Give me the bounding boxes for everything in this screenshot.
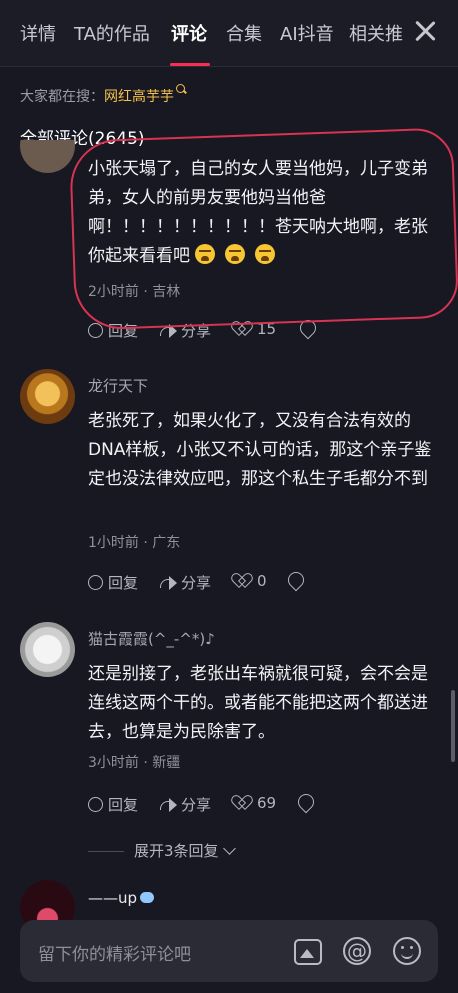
reply-button[interactable]: 回复 [88, 794, 138, 815]
comment-meta: 3小时前 · 新疆 [88, 755, 181, 771]
share-button[interactable]: 分享 [160, 572, 211, 593]
share-label: 分享 [181, 322, 212, 340]
comment-meta: 1小时前 · 广东 [88, 535, 181, 551]
like-button[interactable]: 69 [236, 794, 276, 812]
dislike-button[interactable] [294, 790, 319, 814]
divider [88, 851, 124, 852]
loudly-crying-face-emoji-icon [225, 244, 245, 264]
comment-nickname[interactable]: 猫古霞霞(^_-^*)♪ [88, 628, 215, 649]
at-mention-icon[interactable]: @ [343, 937, 371, 965]
avatar[interactable] [20, 369, 75, 424]
share-icon [160, 323, 177, 338]
comment-meta: 2小时前 · 吉林 [88, 284, 181, 300]
search-suggestion: 大家都在搜：网红高芋芋 [20, 84, 185, 106]
heart-icon [236, 574, 252, 589]
share-label: 分享 [181, 574, 212, 592]
image-icon[interactable] [294, 939, 322, 965]
tab-related[interactable]: 相关推 [349, 20, 405, 46]
tab-works[interactable]: TA的作品 [74, 20, 150, 46]
reply-label: 回复 [108, 796, 139, 814]
avatar[interactable] [20, 622, 75, 677]
share-icon [160, 797, 177, 812]
comment-text: 小张天塌了，自己的女人要当他妈，儿子变弟弟，女人的前男友要他妈当他爸啊！！！！！… [88, 155, 438, 271]
dislike-button[interactable] [296, 316, 321, 340]
reply-label: 回复 [108, 574, 139, 592]
expand-replies-button[interactable]: 展开3条回复 [88, 840, 236, 861]
like-button[interactable]: 15 [236, 320, 276, 338]
emoji-icon[interactable] [393, 937, 421, 965]
expand-replies-label: 展开3条回复 [134, 842, 219, 860]
speech-bubble-icon [140, 892, 155, 903]
share-button[interactable]: 分享 [160, 320, 211, 341]
reply-button[interactable]: 回复 [88, 572, 138, 593]
like-count: 69 [257, 794, 277, 812]
reply-icon [88, 575, 103, 590]
comment-text: 还是别接了，老张出车祸就很可疑，会不会是连线这两个干的。或者能不能把这两个都送进… [88, 664, 428, 742]
tab-ai-douyin[interactable]: AI抖音 [280, 20, 334, 46]
heart-icon [236, 796, 252, 811]
divider [0, 66, 458, 67]
chevron-down-icon [222, 842, 236, 855]
comment-text: 老张死了，如果火化了，又没有合法有效的DNA样板，小张又不认可的话，那这个亲子鉴… [88, 411, 432, 489]
top-tab-bar: 详情 TA的作品 评论 合集 AI抖音 相关推 [0, 0, 458, 66]
reply-icon [88, 323, 103, 338]
like-count: 15 [257, 320, 277, 338]
scrollbar[interactable] [451, 690, 455, 762]
like-button[interactable]: 0 [236, 572, 267, 590]
tab-details[interactable]: 详情 [20, 20, 56, 46]
broken-heart-icon [284, 568, 308, 592]
comment-nickname[interactable]: ——up [88, 889, 155, 907]
search-suggestion-prefix: 大家都在搜： [20, 89, 104, 105]
tab-collection[interactable]: 合集 [226, 20, 262, 46]
broken-heart-icon [294, 790, 318, 814]
tab-comments[interactable]: 评论 [171, 20, 207, 46]
search-suggestion-keyword[interactable]: 网红高芋芋 [104, 89, 174, 105]
comment-nickname[interactable]: 龙行天下 [88, 375, 148, 396]
share-label: 分享 [181, 796, 212, 814]
reply-icon [88, 797, 103, 812]
comment-input-bar[interactable]: 留下你的精彩评论吧 @ [20, 920, 438, 982]
like-count: 0 [257, 572, 267, 590]
share-icon [160, 575, 177, 590]
reply-button[interactable]: 回复 [88, 320, 138, 341]
search-icon [176, 84, 185, 93]
broken-heart-icon [296, 316, 320, 340]
share-button[interactable]: 分享 [160, 794, 211, 815]
comment-input-placeholder[interactable]: 留下你的精彩评论吧 [38, 940, 191, 965]
loudly-crying-face-emoji-icon [195, 244, 215, 264]
reply-label: 回复 [108, 322, 139, 340]
dislike-button[interactable] [284, 568, 309, 592]
heart-icon [236, 322, 252, 337]
nickname-text: ——up [88, 889, 138, 907]
close-icon[interactable] [412, 18, 438, 44]
loudly-crying-face-emoji-icon [255, 244, 275, 264]
